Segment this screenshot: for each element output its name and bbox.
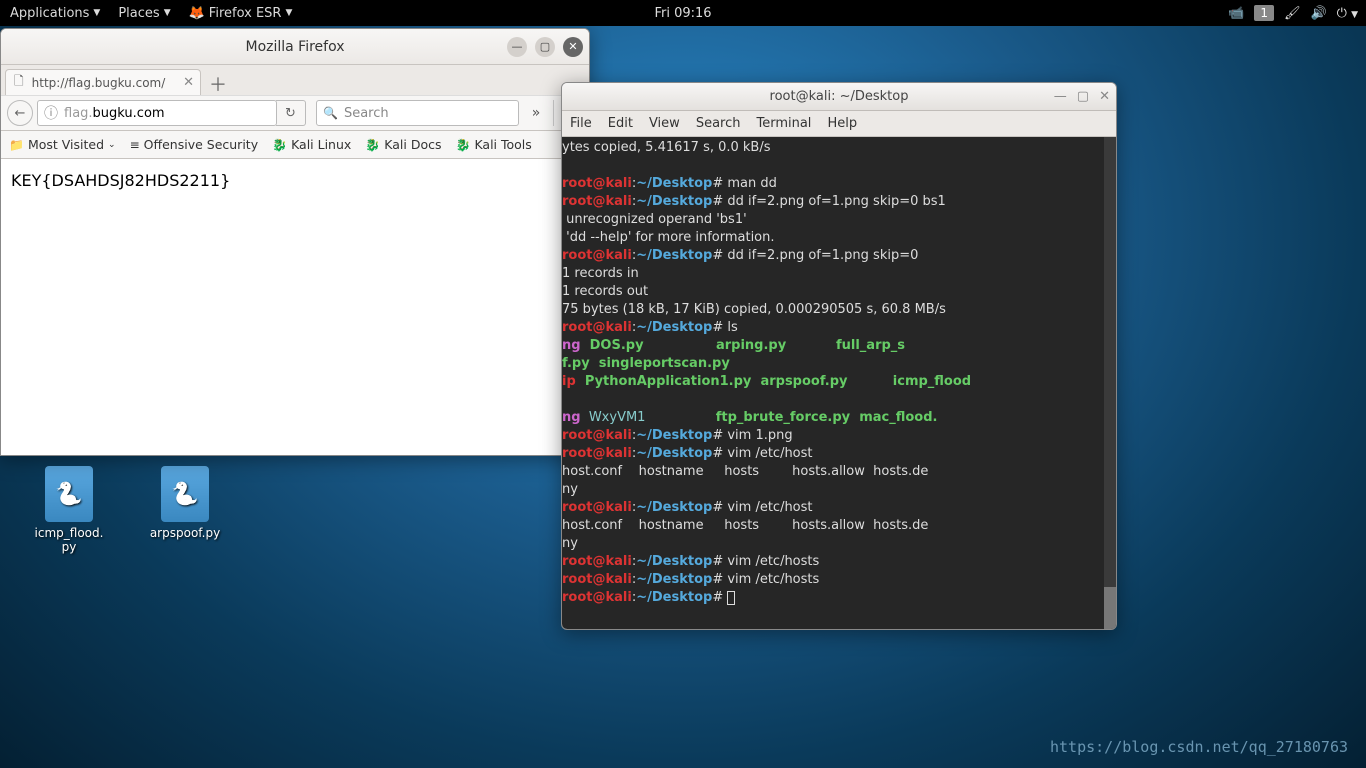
page-content: KEY{DSAHDSJ82HDS2211} (1, 159, 589, 202)
current-app-menu[interactable]: 🦊 Firefox ESR ▼ (189, 6, 293, 21)
menu-terminal[interactable]: Terminal (756, 116, 811, 131)
minimize-button[interactable]: — (1054, 89, 1067, 104)
terminal-menubar: File Edit View Search Terminal Help (562, 111, 1116, 137)
bookmark-offensive-security[interactable]: ≡Offensive Security (130, 137, 259, 152)
site-info-icon[interactable]: ⓘ (44, 103, 58, 123)
maximize-button[interactable]: ▢ (535, 37, 555, 57)
bookmark-most-visited[interactable]: 📁Most Visited⌄ (9, 137, 116, 152)
terminal-title: root@kali: ~/Desktop (770, 89, 909, 104)
python-file-icon (161, 466, 209, 522)
firefox-icon: 🦊 (189, 6, 205, 21)
url-bar[interactable]: ⓘ flag.bugku.com (37, 100, 277, 126)
menu-view[interactable]: View (649, 116, 680, 131)
scrollbar-thumb[interactable] (1104, 587, 1116, 629)
gnome-topbar: Applications ▼ Places ▼ 🦊 Firefox ESR ▼ … (0, 0, 1366, 26)
search-placeholder: Search (344, 106, 389, 121)
terminal-scrollbar[interactable] (1104, 137, 1116, 629)
bookmark-kali-tools[interactable]: 🐉Kali Tools (455, 137, 531, 152)
menu-help[interactable]: Help (827, 116, 857, 131)
power-icon[interactable]: ⏻ ▼ (1337, 6, 1358, 21)
tab-label: http://flag.bugku.com/ (32, 76, 166, 90)
close-button[interactable]: ✕ (563, 37, 583, 57)
menu-edit[interactable]: Edit (608, 116, 633, 131)
overflow-button[interactable]: » (523, 100, 549, 126)
minimize-button[interactable]: — (507, 37, 527, 57)
new-tab-button[interactable]: ＋ (205, 73, 231, 95)
bookmarks-toolbar: 📁Most Visited⌄ ≡Offensive Security 🐉Kali… (1, 131, 589, 159)
firefox-tabstrip: 🗋 http://flag.bugku.com/ ✕ ＋ (1, 65, 589, 95)
search-bar[interactable]: 🔍 Search (316, 100, 519, 126)
bookmark-kali-docs[interactable]: 🐉Kali Docs (365, 137, 441, 152)
firefox-titlebar[interactable]: Mozilla Firefox — ▢ ✕ (1, 29, 589, 65)
tab-favicon: 🗋 (14, 72, 24, 93)
terminal-window: root@kali: ~/Desktop — ▢ ✕ File Edit Vie… (561, 82, 1117, 630)
clock[interactable]: Fri 09:16 (654, 6, 711, 21)
search-icon: 🔍 (323, 106, 338, 120)
camera-icon[interactable]: 📹 (1228, 6, 1244, 21)
close-button[interactable]: ✕ (1099, 89, 1110, 104)
kali-icon: 🐉 (365, 138, 380, 152)
applications-menu[interactable]: Applications ▼ (10, 6, 100, 21)
menu-file[interactable]: File (570, 116, 592, 131)
tab-flag-bugku[interactable]: 🗋 http://flag.bugku.com/ ✕ (5, 69, 201, 95)
window-title: Mozilla Firefox (245, 39, 344, 55)
terminal-output[interactable]: ytes copied, 5.41617 s, 0.0 kB/s root@ka… (562, 137, 1116, 629)
url-text: flag.bugku.com (64, 106, 165, 121)
workspace-indicator[interactable]: 1 (1254, 5, 1274, 21)
kali-icon: 🐉 (272, 138, 287, 152)
firefox-window: Mozilla Firefox — ▢ ✕ 🗋 http://flag.bugk… (0, 28, 590, 456)
volume-icon[interactable]: 🔊 (1310, 6, 1326, 21)
page-text: KEY{DSAHDSJ82HDS2211} (11, 171, 230, 190)
bookmark-kali-linux[interactable]: 🐉Kali Linux (272, 137, 351, 152)
places-menu[interactable]: Places ▼ (118, 6, 170, 21)
menu-search[interactable]: Search (696, 116, 741, 131)
maximize-button[interactable]: ▢ (1077, 89, 1089, 104)
desktop-icon-icmp-flood[interactable]: icmp_flood. py (30, 466, 108, 554)
folder-icon: 📁 (9, 138, 24, 152)
reload-button[interactable]: ↻ (276, 100, 306, 126)
kali-icon: 🐉 (455, 138, 470, 152)
terminal-cursor (727, 591, 735, 605)
back-button[interactable]: ← (7, 100, 33, 126)
brush-icon[interactable]: 🖌 (1284, 6, 1301, 21)
firefox-navbar: ← ⓘ flag.bugku.com ↻ 🔍 Search » ☰ (1, 95, 589, 131)
terminal-titlebar[interactable]: root@kali: ~/Desktop — ▢ ✕ (562, 83, 1116, 111)
desktop-icon-label: arpspoof.py (146, 526, 224, 540)
dragon-icon: ≡ (130, 138, 140, 152)
watermark: https://blog.csdn.net/qq_27180763 (1050, 738, 1348, 756)
tab-close-icon[interactable]: ✕ (183, 75, 194, 90)
desktop-icon-arpspoof[interactable]: arpspoof.py (146, 466, 224, 540)
python-file-icon (45, 466, 93, 522)
desktop-icon-label: icmp_flood. py (30, 526, 108, 554)
